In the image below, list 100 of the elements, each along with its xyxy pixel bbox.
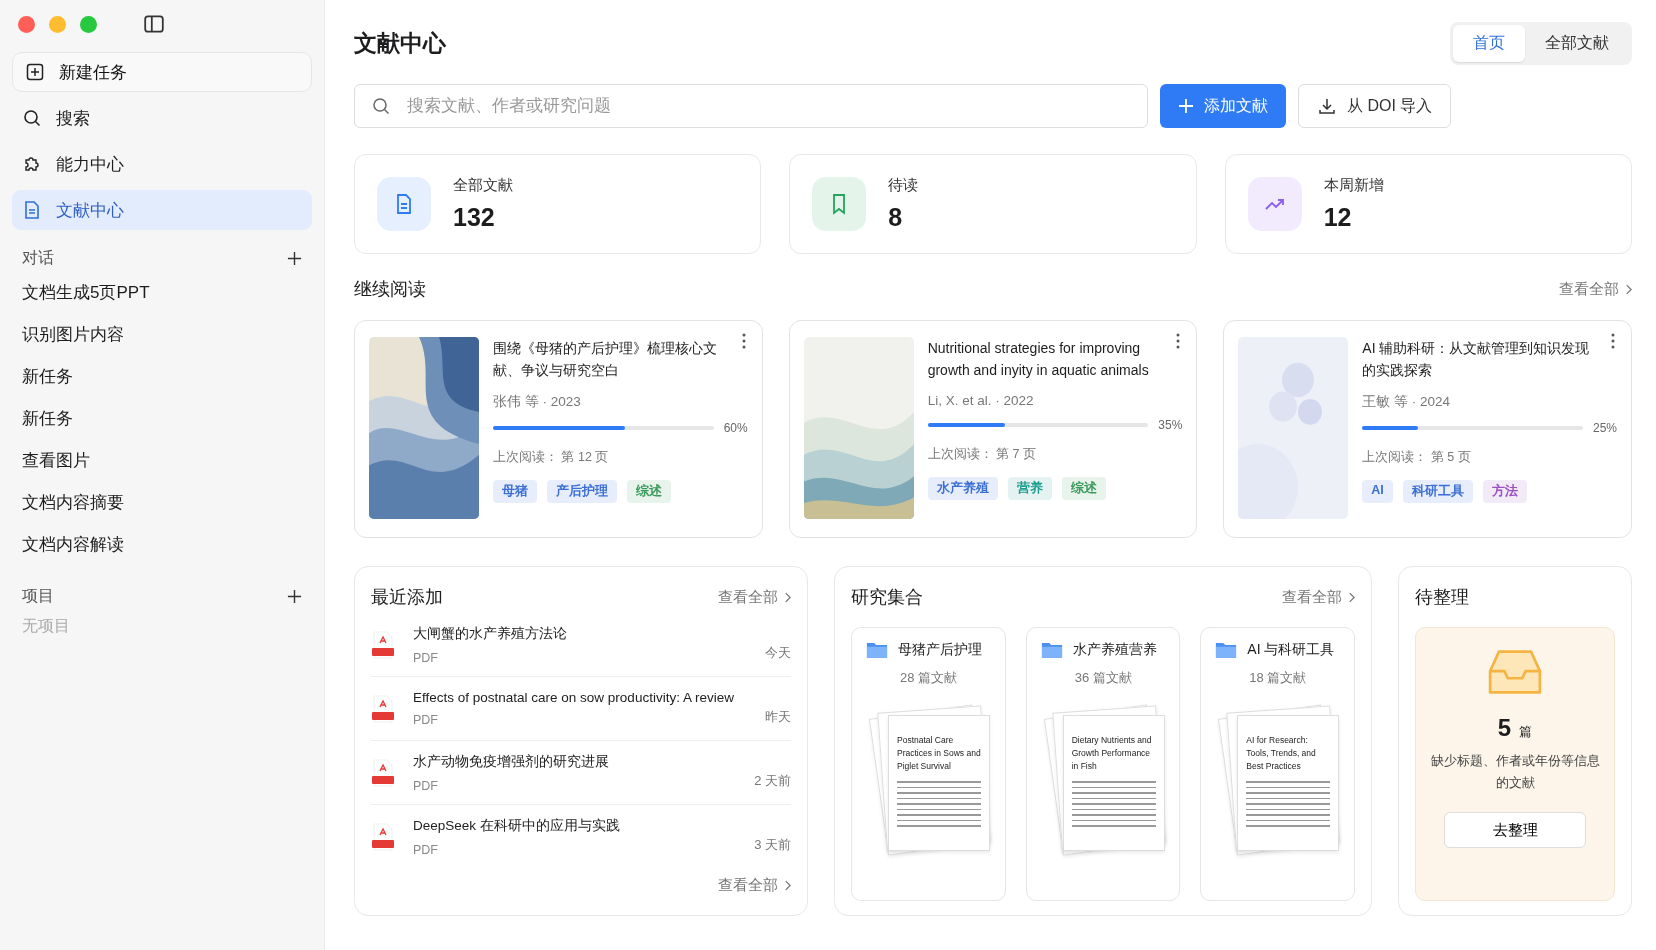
- inbox-tray-icon: [1488, 648, 1542, 696]
- plus-icon: [1178, 98, 1194, 114]
- tab[interactable]: 首页: [1453, 24, 1525, 62]
- count-unit: 篇: [1519, 723, 1533, 741]
- document-meta: 张伟 等 · 2023: [493, 393, 582, 411]
- stat-label: 全部文献: [453, 176, 513, 195]
- collection-card[interactable]: 水产养殖营养 36 篇文献 Dietary Nutrients and Growth Performance in Fish: [1025, 627, 1181, 901]
- nav-item[interactable]: 能力中心: [12, 144, 312, 184]
- document-title[interactable]: 大闸蟹的水产养殖方法论: [413, 624, 747, 643]
- collection-name: AI 与科研工具: [1247, 640, 1335, 659]
- document-title[interactable]: DeepSeek 在科研中的应用与实践: [413, 816, 737, 835]
- folder-icon: [1040, 640, 1063, 659]
- reading-card[interactable]: Nutritional strategies for improving growth and inyity in aquatic animals Li, X. et al. · 2022 35% 上次阅读： 第 7 页 水产养殖 营养 综述: [788, 320, 1198, 538]
- more-icon[interactable]: [1176, 333, 1181, 349]
- section-title: 继续阅读: [354, 278, 426, 301]
- conversation-item[interactable]: 文档内容解读: [12, 524, 312, 566]
- conversation-item[interactable]: 识别图片内容: [12, 314, 312, 356]
- section-label: 对话: [22, 247, 54, 268]
- more-icon[interactable]: [1611, 333, 1615, 349]
- tag[interactable]: 母猪: [493, 480, 537, 503]
- add-square-icon: [25, 62, 45, 82]
- add-icon[interactable]: [287, 588, 302, 604]
- chevron-right-icon: [1625, 283, 1632, 295]
- description: 缺少标题、作者或年份等信息的文献: [1429, 752, 1601, 792]
- pdf-file-icon: [371, 693, 395, 724]
- tag[interactable]: 方法: [1482, 480, 1527, 503]
- added-time: 2 天前: [754, 772, 791, 790]
- close-window-button[interactable]: [18, 15, 35, 33]
- add-button[interactable]: 添加文献: [1160, 84, 1286, 128]
- conversation-item[interactable]: 新任务: [12, 398, 312, 440]
- tag[interactable]: 科研工具: [1402, 480, 1473, 503]
- collection-card[interactable]: AI 与科研工具 18 篇文献 AI for Research: Tools, Trends, and Best Practices: [1200, 627, 1355, 901]
- collection-name: 水产养殖营养: [1072, 640, 1157, 659]
- collection-name: 母猪产后护理: [898, 640, 982, 659]
- pdf-file-icon: [371, 821, 395, 852]
- progress-percent: 25%: [1593, 421, 1617, 435]
- search-input[interactable]: 搜索文献、作者或研究问题: [405, 95, 1131, 117]
- stat-value: 12: [1323, 203, 1353, 232]
- file-type: PDF: [413, 778, 439, 793]
- add-icon[interactable]: [287, 250, 302, 266]
- pending-count: 5: [1497, 714, 1512, 742]
- conversation-item[interactable]: 新任务: [12, 356, 312, 398]
- sidebar-toggle-icon[interactable]: [143, 13, 165, 35]
- document-count: 36 篇文献: [1074, 669, 1133, 687]
- stat-label: 待读: [888, 176, 919, 195]
- conversation-item[interactable]: 查看图片: [12, 440, 312, 482]
- panel-title: 待整理: [1415, 586, 1469, 609]
- reading-card[interactable]: 围绕《母猪的产后护理》梳理核心文献、争议与研究空白 张伟 等 · 2023 60% 上次阅读： 第 12 页 母猪 产后护理 综述: [354, 320, 763, 538]
- conversation-item[interactable]: 文档生成5页PPT: [12, 272, 312, 314]
- progress-percent: 60%: [723, 421, 748, 435]
- page-title: 文献中心: [354, 28, 446, 58]
- file-type: PDF: [413, 650, 439, 665]
- last-read-text: 上次阅读： 第 12 页: [493, 449, 610, 466]
- progress-percent: 35%: [1158, 418, 1183, 432]
- document-meta: 王敏 等 · 2024: [1362, 393, 1452, 411]
- search-icon: [22, 108, 42, 128]
- search-icon: [371, 96, 391, 116]
- view-all-link[interactable]: 查看全部: [718, 876, 791, 895]
- folder-icon: [866, 640, 888, 659]
- folder-icon: [1215, 640, 1238, 659]
- added-time: 3 天前: [754, 836, 791, 854]
- chevron-right-icon: [784, 591, 791, 603]
- organize-button[interactable]: 去整理: [1444, 812, 1586, 848]
- nav-item[interactable]: 搜索: [12, 98, 312, 138]
- added-time: 今天: [765, 644, 791, 662]
- conversation-item[interactable]: 文档内容摘要: [12, 482, 312, 524]
- document-icon: [22, 200, 42, 220]
- pdf-file-icon: [371, 757, 395, 788]
- document-title[interactable]: 水产动物免疫增强剂的研究进展: [413, 752, 737, 771]
- puzzle-icon: [22, 154, 42, 174]
- stat-value: 8: [888, 203, 904, 232]
- view-all-link[interactable]: 查看全部: [1282, 587, 1355, 607]
- last-read-text: 上次阅读： 第 5 页: [1362, 449, 1472, 466]
- document-count: 28 篇文献: [900, 669, 959, 687]
- tag[interactable]: 水产养殖: [927, 477, 998, 500]
- document-title[interactable]: Effects of postnatal care on sow productivity: A review: [413, 690, 747, 705]
- document-meta: Li, X. et al. · 2022: [927, 393, 1035, 408]
- more-icon[interactable]: [741, 333, 746, 349]
- reading-card[interactable]: AI 辅助科研：从文献管理到知识发现的实践探索 王敏 等 · 2024 25% 上次阅读： 第 5 页 AI 科研工具 方法: [1223, 320, 1632, 538]
- view-all-link[interactable]: 查看全部: [1559, 279, 1632, 299]
- new-task-button[interactable]: 新建任务: [12, 52, 312, 92]
- document-count: 18 篇文献: [1249, 669, 1308, 687]
- file-type: PDF: [413, 713, 439, 727]
- import-button[interactable]: 从 DOI 导入: [1298, 84, 1452, 128]
- tab[interactable]: 全部文献: [1525, 24, 1629, 62]
- download-icon: [1317, 96, 1337, 116]
- tag[interactable]: AI: [1362, 480, 1393, 503]
- empty-text: 无项目: [21, 616, 71, 636]
- pdf-file-icon: [371, 629, 395, 660]
- collection-card[interactable]: 母猪产后护理 28 篇文献 Postnatal Care Practices in Sows and Piglet Survival: [851, 627, 1006, 901]
- tag[interactable]: 产后护理: [547, 480, 617, 503]
- view-all-link[interactable]: 查看全部: [718, 587, 791, 607]
- stat-value: 132: [453, 203, 496, 232]
- document-title: Nutritional strategies for improving growth and inyity in aquatic animals: [927, 339, 1150, 380]
- paper-title: Postnatal Care Practices in Sows and Piglet Survival: [897, 734, 981, 773]
- search-field[interactable]: 搜索文献、作者或研究问题: [354, 84, 1148, 128]
- stat-label: 本周新增: [1323, 176, 1384, 195]
- nav-item[interactable]: 文献中心: [12, 190, 312, 230]
- chevron-right-icon: [1348, 591, 1355, 603]
- paper-title: AI for Research: Tools, Trends, and Best Practices: [1246, 734, 1317, 773]
